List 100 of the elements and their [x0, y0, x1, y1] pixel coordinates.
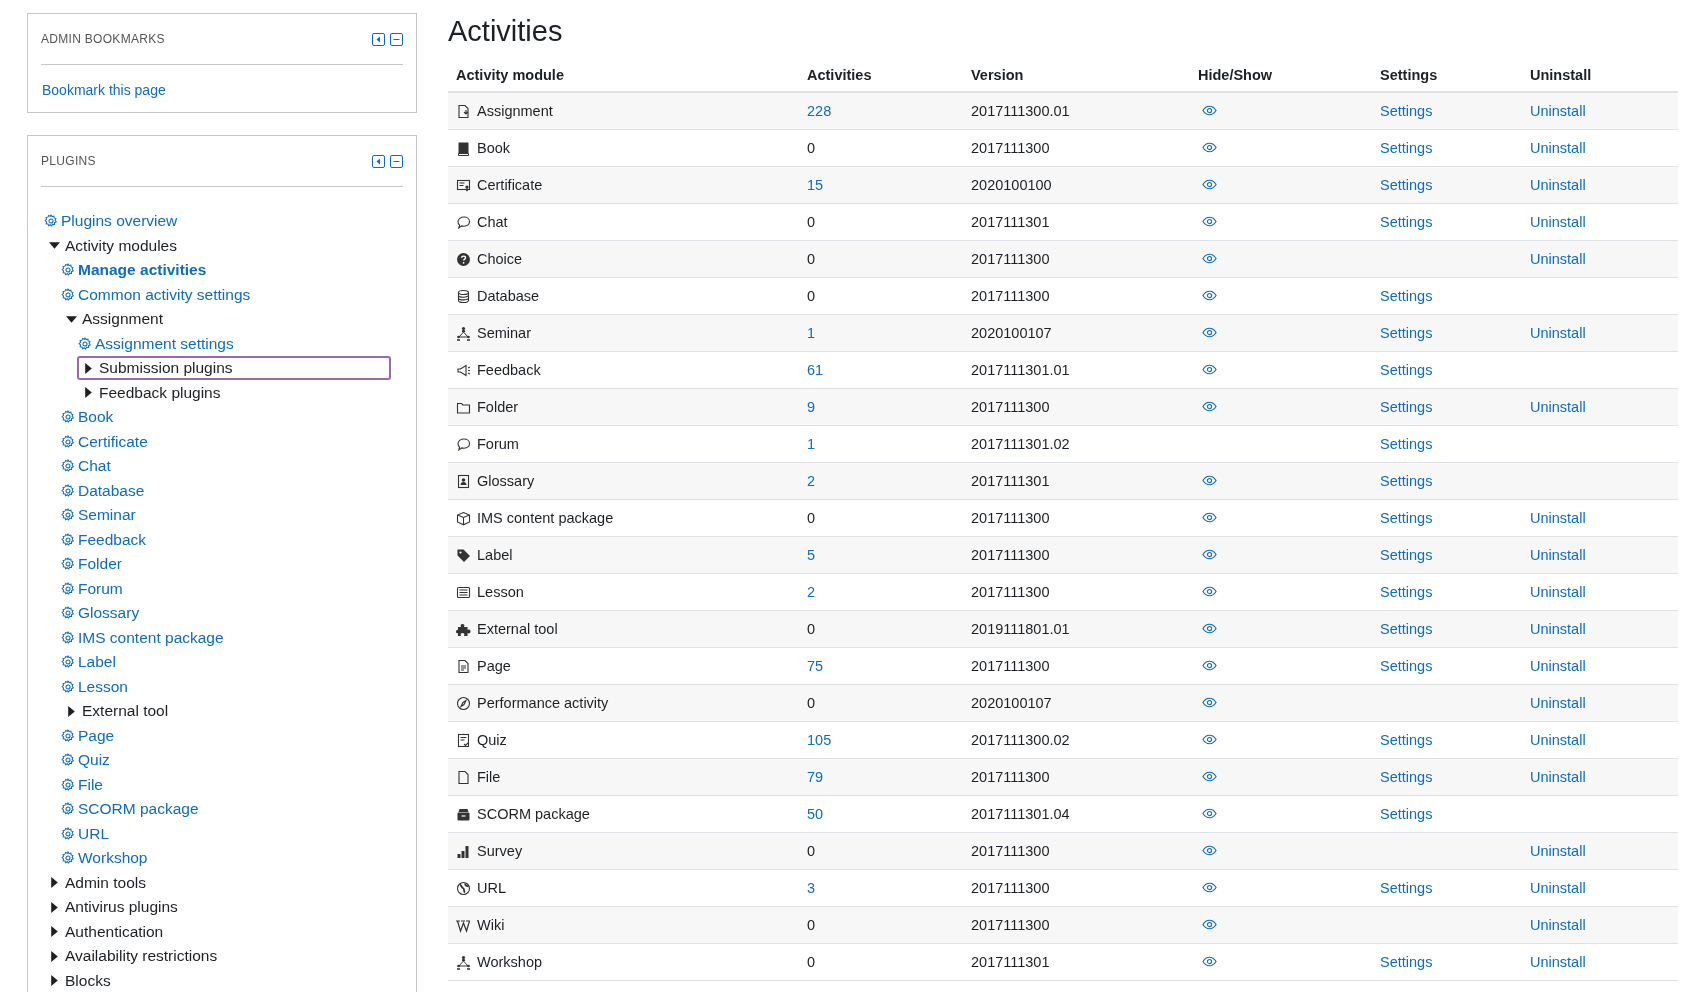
settings-link[interactable]: Settings	[1380, 769, 1433, 785]
count-link[interactable]: 50	[807, 806, 824, 822]
eye-icon[interactable]	[1202, 660, 1217, 671]
uninstall-link[interactable]: Uninstall	[1530, 695, 1586, 711]
settings-link[interactable]: Settings	[1380, 214, 1433, 230]
settings-link[interactable]: Settings	[1380, 547, 1433, 563]
eye-icon[interactable]	[1202, 845, 1217, 856]
tree-link[interactable]: Forum	[78, 579, 123, 598]
uninstall-link[interactable]: Uninstall	[1530, 251, 1586, 267]
count-link[interactable]: 105	[807, 732, 832, 748]
settings-link[interactable]: Settings	[1380, 473, 1433, 489]
eye-icon[interactable]	[1202, 919, 1217, 930]
eye-icon[interactable]	[1202, 808, 1217, 819]
uninstall-link[interactable]: Uninstall	[1530, 769, 1586, 785]
eye-icon[interactable]	[1202, 142, 1217, 153]
uninstall-link[interactable]: Uninstall	[1530, 880, 1586, 896]
tree-link[interactable]: Seminar	[78, 506, 136, 525]
eye-icon[interactable]	[1202, 105, 1217, 116]
uninstall-link[interactable]: Uninstall	[1530, 177, 1586, 193]
eye-icon[interactable]	[1202, 734, 1217, 745]
tree-link[interactable]: Lesson	[78, 677, 128, 696]
tree-node[interactable]: Antivirus plugins	[43, 895, 403, 920]
uninstall-link[interactable]: Uninstall	[1530, 732, 1586, 748]
eye-icon[interactable]	[1202, 290, 1217, 301]
tree-link[interactable]: URL	[78, 824, 109, 843]
settings-link[interactable]: Settings	[1380, 177, 1433, 193]
uninstall-link[interactable]: Uninstall	[1530, 325, 1586, 341]
count-link[interactable]: 1	[807, 436, 816, 452]
settings-link[interactable]: Settings	[1380, 288, 1433, 304]
eye-icon[interactable]	[1202, 216, 1217, 227]
uninstall-link[interactable]: Uninstall	[1530, 621, 1586, 637]
tree-link[interactable]: Chat	[78, 457, 111, 476]
settings-link[interactable]: Settings	[1380, 584, 1433, 600]
eye-icon[interactable]	[1202, 586, 1217, 597]
tree-node[interactable]: Activity modules	[43, 233, 403, 258]
tree-link[interactable]: Manage activities	[78, 261, 207, 280]
count-link[interactable]: 228	[807, 103, 832, 119]
uninstall-link[interactable]: Uninstall	[1530, 547, 1586, 563]
count-link[interactable]: 75	[807, 658, 824, 674]
count-link[interactable]: 2	[807, 584, 816, 600]
tree-link[interactable]: Book	[78, 408, 114, 427]
count-link[interactable]: 2	[807, 473, 816, 489]
collapse-icon[interactable]	[390, 32, 403, 46]
uninstall-link[interactable]: Uninstall	[1530, 954, 1586, 970]
eye-icon[interactable]	[1202, 882, 1217, 893]
tree-node[interactable]: Submission plugins	[77, 356, 391, 381]
dock-icon[interactable]	[372, 154, 385, 168]
dock-icon[interactable]	[372, 32, 385, 46]
tree-link[interactable]: Certificate	[78, 432, 148, 451]
uninstall-link[interactable]: Uninstall	[1530, 140, 1586, 156]
tree-link[interactable]: Label	[78, 653, 116, 672]
tree-link[interactable]: SCORM package	[78, 800, 199, 819]
eye-icon[interactable]	[1202, 697, 1217, 708]
bookmark-link[interactable]: Bookmark this page	[41, 81, 166, 98]
tree-link[interactable]: Assignment settings	[95, 334, 234, 353]
tree-link[interactable]: Plugins overview	[61, 212, 178, 231]
uninstall-link[interactable]: Uninstall	[1530, 843, 1586, 859]
collapse-icon[interactable]	[390, 154, 403, 168]
tree-node[interactable]: Feedback plugins	[77, 380, 403, 405]
eye-icon[interactable]	[1202, 401, 1217, 412]
count-link[interactable]: 15	[807, 177, 824, 193]
settings-link[interactable]: Settings	[1380, 806, 1433, 822]
uninstall-link[interactable]: Uninstall	[1530, 399, 1586, 415]
count-link[interactable]: 5	[807, 547, 816, 563]
tree-link[interactable]: Database	[78, 481, 145, 500]
uninstall-link[interactable]: Uninstall	[1530, 510, 1586, 526]
settings-link[interactable]: Settings	[1380, 621, 1433, 637]
eye-icon[interactable]	[1202, 956, 1217, 967]
uninstall-link[interactable]: Uninstall	[1530, 584, 1586, 600]
uninstall-link[interactable]: Uninstall	[1530, 917, 1586, 933]
count-link[interactable]: 79	[807, 769, 824, 785]
uninstall-link[interactable]: Uninstall	[1530, 658, 1586, 674]
tree-link[interactable]: Quiz	[78, 751, 110, 770]
tree-link[interactable]: Page	[78, 726, 115, 745]
tree-link[interactable]: Common activity settings	[78, 285, 251, 304]
count-link[interactable]: 3	[807, 880, 816, 896]
tree-node[interactable]: External tool	[60, 699, 403, 724]
settings-link[interactable]: Settings	[1380, 658, 1433, 674]
tree-node[interactable]: Assignment	[60, 307, 403, 332]
eye-icon[interactable]	[1202, 364, 1217, 375]
eye-icon[interactable]	[1202, 549, 1217, 560]
settings-link[interactable]: Settings	[1380, 140, 1433, 156]
tree-node[interactable]: Blocks	[43, 968, 403, 992]
tree-link[interactable]: Glossary	[78, 604, 140, 623]
settings-link[interactable]: Settings	[1380, 325, 1433, 341]
count-link[interactable]: 9	[807, 399, 816, 415]
eye-icon[interactable]	[1202, 327, 1217, 338]
eye-icon[interactable]	[1202, 623, 1217, 634]
uninstall-link[interactable]: Uninstall	[1530, 103, 1586, 119]
eye-icon[interactable]	[1202, 512, 1217, 523]
settings-link[interactable]: Settings	[1380, 732, 1433, 748]
settings-link[interactable]: Settings	[1380, 362, 1433, 378]
settings-link[interactable]: Settings	[1380, 880, 1433, 896]
tree-node[interactable]: Authentication	[43, 919, 403, 944]
eye-icon[interactable]	[1202, 253, 1217, 264]
tree-link[interactable]: Folder	[78, 555, 122, 574]
eye-icon[interactable]	[1202, 771, 1217, 782]
tree-link[interactable]: File	[78, 775, 103, 794]
count-link[interactable]: 1	[807, 325, 816, 341]
settings-link[interactable]: Settings	[1380, 954, 1433, 970]
